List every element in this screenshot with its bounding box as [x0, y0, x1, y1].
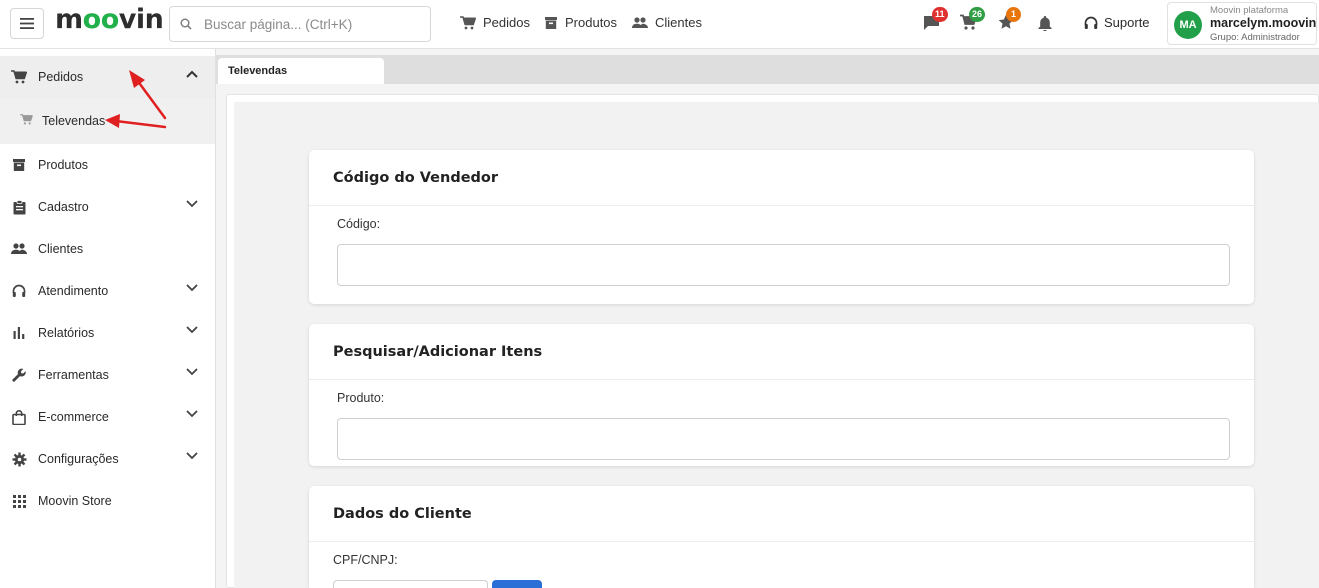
clipboard-icon	[11, 199, 27, 215]
chevron-down-icon[interactable]	[186, 326, 198, 334]
sidebar-item-label: Pedidos	[38, 70, 84, 84]
avatar: MA	[1174, 11, 1202, 39]
cart-count-badge: 26	[969, 7, 986, 22]
box-icon	[545, 16, 557, 29]
produto-input[interactable]	[337, 418, 1230, 460]
sidebar-item-label: Atendimento	[38, 284, 109, 298]
messages-count-badge: 11	[932, 7, 948, 22]
headset-icon	[1084, 16, 1098, 29]
card-pesquisar-itens: Pesquisar/Adicionar Itens Produto:	[309, 324, 1254, 466]
user-name: marcelym.moovin	[1210, 16, 1317, 30]
people-icon	[11, 241, 27, 257]
sidebar-item-label: Relatórios	[38, 326, 95, 340]
nav-produtos[interactable]: Produtos	[544, 15, 617, 30]
sidebar-item-moovin-store[interactable]: Moovin Store	[0, 480, 215, 522]
field-label: Código:	[337, 217, 381, 231]
tab-strip: Televendas	[216, 55, 1319, 84]
search-input[interactable]	[204, 16, 414, 32]
chevron-up-icon[interactable]	[186, 70, 198, 78]
sidebar-item-relatorios[interactable]: Relatórios	[0, 312, 215, 354]
sidebar-item-label: Moovin Store	[38, 494, 112, 508]
people-icon	[632, 16, 648, 28]
chevron-down-icon[interactable]	[186, 368, 198, 376]
chevron-down-icon[interactable]	[186, 200, 198, 208]
sidebar-item-label: Televendas	[42, 114, 106, 128]
cart-icon	[11, 69, 27, 85]
notifications-button[interactable]	[1038, 15, 1052, 34]
search-icon	[180, 18, 192, 30]
cart-icon	[20, 114, 34, 128]
sidebar-item-pedidos[interactable]: Pedidos	[0, 56, 215, 98]
grid-icon	[11, 493, 27, 509]
headset-icon	[11, 283, 27, 299]
codigo-input[interactable]	[337, 244, 1230, 286]
user-org: Moovin plataforma	[1210, 5, 1289, 16]
sidebar-subitem-televendas[interactable]: Televendas	[0, 98, 215, 144]
chevron-down-icon[interactable]	[186, 284, 198, 292]
field-label: CPF/CNPJ:	[333, 553, 398, 567]
favorites-button[interactable]: 1	[998, 7, 1021, 33]
moovin-logo[interactable]: moovin	[55, 4, 164, 35]
cpf-cnpj-input[interactable]	[333, 580, 488, 588]
sidebar-item-cadastro[interactable]: Cadastro	[0, 186, 215, 228]
nav-label: Pedidos	[483, 15, 530, 30]
card-codigo-vendedor: Código do Vendedor Código:	[309, 150, 1254, 304]
favorites-count-badge: 1	[1006, 7, 1021, 22]
user-menu[interactable]: MA Moovin plataforma marcelym.moovin Gru…	[1167, 2, 1317, 45]
nav-pedidos[interactable]: Pedidos	[460, 15, 530, 30]
field-label: Produto:	[337, 391, 385, 405]
bar-chart-icon	[11, 325, 27, 341]
sidebar: Pedidos Televendas Produtos Cadastro Cli…	[0, 49, 216, 588]
nav-label: Clientes	[655, 15, 702, 30]
sidebar-item-produtos[interactable]: Produtos	[0, 144, 215, 186]
nav-clientes[interactable]: Clientes	[632, 15, 702, 30]
cart-notifications-button[interactable]: 26	[960, 7, 986, 34]
top-bar: moovin Pedidos Produtos Clientes 11 26 1…	[0, 0, 1319, 49]
gear-icon	[11, 451, 27, 467]
sidebar-item-label: E-commerce	[38, 410, 109, 424]
card-dados-cliente: Dados do Cliente CPF/CNPJ:	[309, 486, 1254, 588]
support-label: Suporte	[1104, 15, 1150, 30]
search-box[interactable]	[169, 6, 431, 42]
sidebar-item-configuracoes[interactable]: Configurações	[0, 438, 215, 480]
sidebar-item-atendimento[interactable]: Atendimento	[0, 270, 215, 312]
support-link[interactable]: Suporte	[1084, 15, 1150, 30]
nav-label: Produtos	[565, 15, 618, 30]
chevron-down-icon[interactable]	[186, 410, 198, 418]
sidebar-item-label: Ferramentas	[38, 368, 109, 382]
sidebar-item-clientes[interactable]: Clientes	[0, 228, 215, 270]
card-title: Código do Vendedor	[309, 150, 1254, 206]
cpf-search-button[interactable]	[492, 580, 542, 588]
card-title: Dados do Cliente	[309, 486, 1254, 542]
bell-icon	[1038, 16, 1052, 32]
wrench-icon	[11, 367, 27, 383]
cart-icon	[460, 15, 476, 29]
hamburger-icon	[20, 18, 34, 29]
messages-button[interactable]: 11	[923, 7, 948, 34]
sidebar-item-label: Cadastro	[38, 200, 89, 214]
sidebar-item-label: Produtos	[38, 158, 89, 172]
card-title: Pesquisar/Adicionar Itens	[309, 324, 1254, 380]
sidebar-item-ferramentas[interactable]: Ferramentas	[0, 354, 215, 396]
tab-televendas[interactable]: Televendas	[218, 58, 384, 84]
sidebar-item-label: Configurações	[38, 452, 119, 466]
box-icon	[11, 157, 27, 173]
sidebar-item-ecommerce[interactable]: E-commerce	[0, 396, 215, 438]
sidebar-item-label: Clientes	[38, 242, 84, 256]
chevron-down-icon[interactable]	[186, 452, 198, 460]
menu-toggle-button[interactable]	[10, 8, 44, 39]
bag-icon	[11, 409, 27, 425]
user-group: Grupo: Administrador	[1210, 32, 1300, 43]
